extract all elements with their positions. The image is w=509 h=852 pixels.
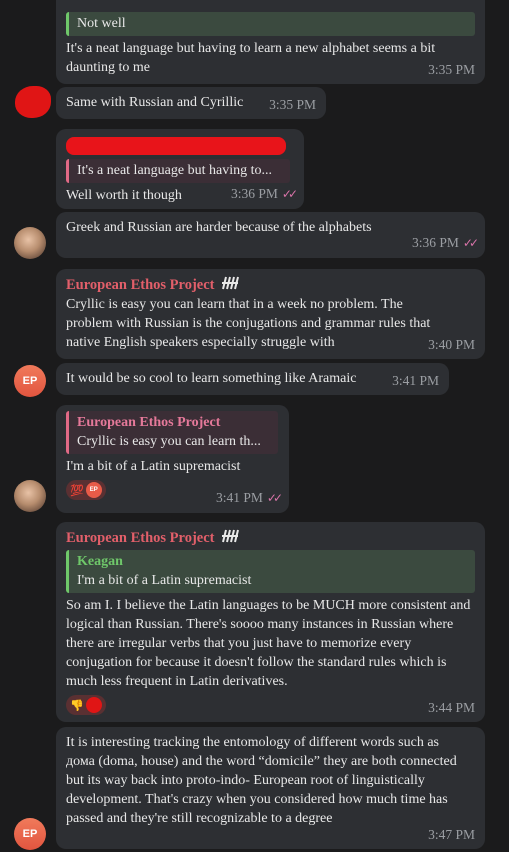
avatar[interactable]: EP (14, 365, 46, 397)
sender-badge-icon (222, 529, 239, 543)
message-time: 3:35 PM (269, 97, 316, 112)
message-time: 3:36 PM ✓✓ (412, 235, 479, 250)
reactor-avatar: EP (85, 482, 102, 498)
reply-quote[interactable]: Not well (66, 12, 475, 36)
message-bubble[interactable]: Not well It's a neat language but having… (56, 0, 485, 84)
reactor-avatar (85, 697, 102, 713)
message-time: 3:41 PM (392, 373, 439, 388)
message-text: Cryllic is easy you can learn that in a … (66, 297, 431, 350)
reaction-chip[interactable]: 👎 (66, 695, 106, 715)
message-time: 3:35 PM (428, 62, 475, 77)
reply-quote[interactable]: Keagan I'm a bit of a Latin supremacist (66, 550, 475, 593)
thumbs-down-icon: 👎 (70, 698, 84, 712)
reply-quote[interactable]: European Ethos Project Cryllic is easy y… (66, 411, 278, 454)
message-text: It is interesting tracking the entomolog… (66, 735, 457, 826)
quote-sender: Keagan (77, 554, 123, 569)
message-bubble[interactable]: It would be so cool to learn something l… (56, 363, 449, 395)
reactions[interactable]: 👎 (66, 695, 475, 715)
message-bubble[interactable]: Same with Russian and Cyrillic 3:35 PM (56, 87, 326, 119)
reply-quote[interactable]: It's a neat language but having to... (66, 159, 290, 183)
sender-badge-icon (222, 276, 239, 290)
sender-name[interactable]: European Ethos Project (66, 277, 215, 293)
message-bubble[interactable]: European Ethos Project Keagan I'm a bit … (56, 522, 485, 722)
hundred-icon: 💯 (70, 483, 84, 497)
message-text: It would be so cool to learn something l… (66, 371, 357, 386)
message-bubble[interactable]: It's a neat language but having to... We… (56, 129, 304, 209)
read-ticks-icon: ✓✓ (281, 187, 298, 201)
avatar[interactable] (14, 227, 46, 259)
message-time: 3:41 PM ✓✓ (216, 490, 283, 505)
message-text: I'm a bit of a Latin supremacist (66, 459, 241, 474)
avatar[interactable] (15, 86, 51, 118)
quote-text: Not well (77, 16, 126, 31)
quote-text: It's a neat language but having to... (77, 163, 272, 178)
message-time: 3:36 PM ✓✓ (231, 186, 298, 201)
quote-text: I'm a bit of a Latin supremacist (77, 573, 252, 588)
message-text: So am I. I believe the Latin languages t… (66, 598, 471, 689)
message-text: It's a neat language but having to learn… (66, 41, 436, 75)
message-time: 3:47 PM (428, 827, 475, 842)
message-bubble[interactable]: European Ethos Project Cryllic is easy y… (56, 405, 289, 513)
read-ticks-icon: ✓✓ (462, 236, 479, 250)
quote-sender: European Ethos Project (77, 415, 221, 430)
read-ticks-icon: ✓✓ (266, 491, 283, 505)
message-bubble[interactable]: It is interesting tracking the entomolog… (56, 727, 485, 849)
redacted-name (66, 137, 286, 155)
avatar[interactable]: EP (14, 818, 46, 850)
message-text: Same with Russian and Cyrillic (66, 95, 244, 110)
message-bubble[interactable]: European Ethos Project Cryllic is easy y… (56, 269, 485, 359)
message-time: 3:44 PM (428, 700, 475, 715)
message-time: 3:40 PM (428, 337, 475, 352)
quote-text: Cryllic is easy you can learn th... (77, 434, 261, 449)
avatar[interactable] (14, 480, 46, 512)
reaction-chip[interactable]: 💯 EP (66, 480, 106, 500)
message-bubble[interactable]: Greek and Russian are harder because of … (56, 212, 485, 258)
sender-name[interactable]: European Ethos Project (66, 530, 215, 546)
